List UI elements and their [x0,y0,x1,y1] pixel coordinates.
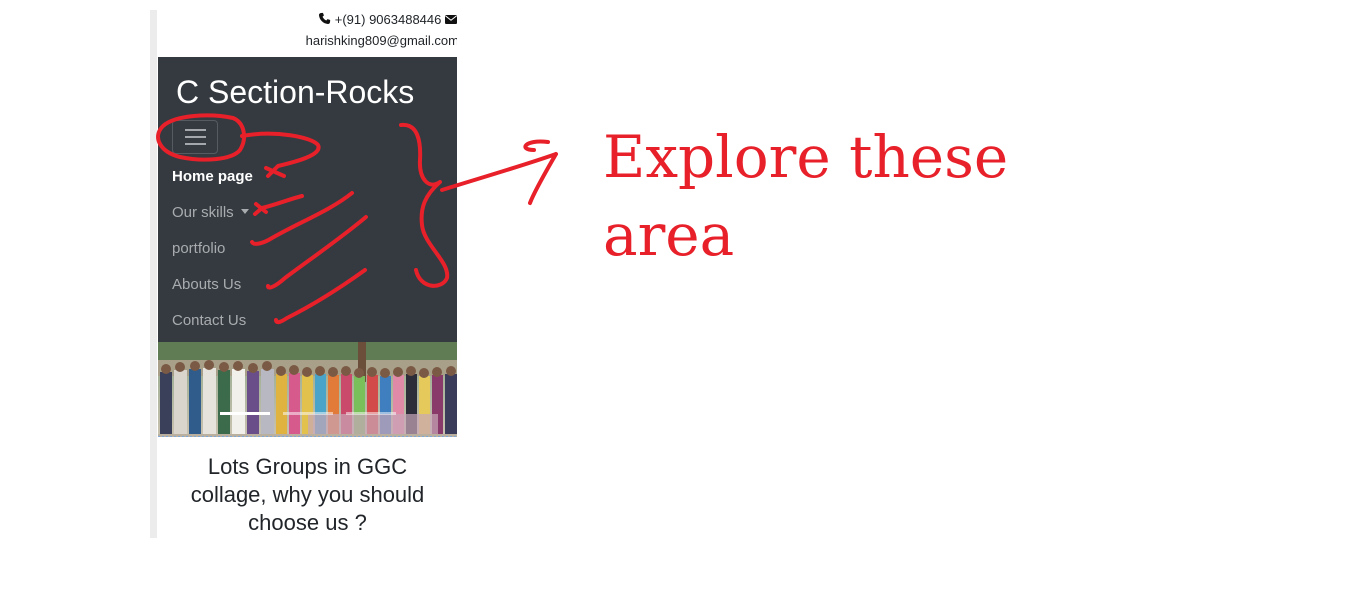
contact-topbar: +(91) 9063488446 harishking809@gmail.com [158,10,457,57]
group-photo-image [158,342,457,437]
mobile-viewport: +(91) 9063488446 harishking809@gmail.com… [158,10,457,538]
nav-item-contact-us[interactable]: Contact Us [172,304,253,340]
annotation-line: area [603,201,735,269]
nav-item-label: Abouts Us [172,276,242,293]
section-heading-line: Lots Groups in GGC [207,454,408,479]
nav-menu: Home page Our skills portfolio Abouts Us… [172,160,253,340]
nav-item-label: Our skills [172,204,234,221]
section-heading-line: choose us ? [248,510,367,535]
section-heading-line: collage, why you should [190,482,425,507]
pointer-arrow [440,139,558,205]
carousel-indicator[interactable] [220,412,270,415]
email-contact[interactable]: harishking809@gmail.com [306,33,457,48]
nav-item-our-skills[interactable]: Our skills [172,196,253,232]
screenshot-canvas: +(91) 9063488446 harishking809@gmail.com… [0,0,1354,599]
carousel-indicator[interactable] [283,412,333,415]
nav-item-portfolio[interactable]: portfolio [172,232,253,268]
phone-contact[interactable]: +(91) 9063488446 [318,12,457,27]
annotation-line: Explore these [603,123,1009,191]
carousel-indicator[interactable] [346,412,396,415]
nav-item-about-us[interactable]: Abouts Us [172,268,253,304]
nav-item-label: Contact Us [172,312,247,329]
hamburger-icon-middle [185,136,206,138]
navbar: C Section-Rocks Home page Our skills por… [158,57,457,342]
hamburger-icon-bottom [185,143,206,145]
phone-icon [318,12,331,25]
hamburger-icon [185,129,206,131]
navbar-toggler-button[interactable] [172,120,218,154]
nav-item-home[interactable]: Home page [172,160,253,196]
dropdown-caret-icon [240,209,249,214]
section-heading: Lots Groups in GGC collage, why you shou… [158,453,457,537]
hero-carousel[interactable] [158,342,457,437]
nav-item-label: portfolio [172,240,226,257]
phone-number: +(91) 9063488446 [334,12,442,27]
navbar-brand[interactable]: C Section-Rocks [176,73,414,111]
page-scrollbar-track[interactable] [150,10,157,538]
annotation-text: Explore these area [603,118,1043,274]
nav-item-label: Home page [172,168,253,185]
carousel-indicators[interactable] [220,412,396,415]
envelope-icon [445,14,457,25]
